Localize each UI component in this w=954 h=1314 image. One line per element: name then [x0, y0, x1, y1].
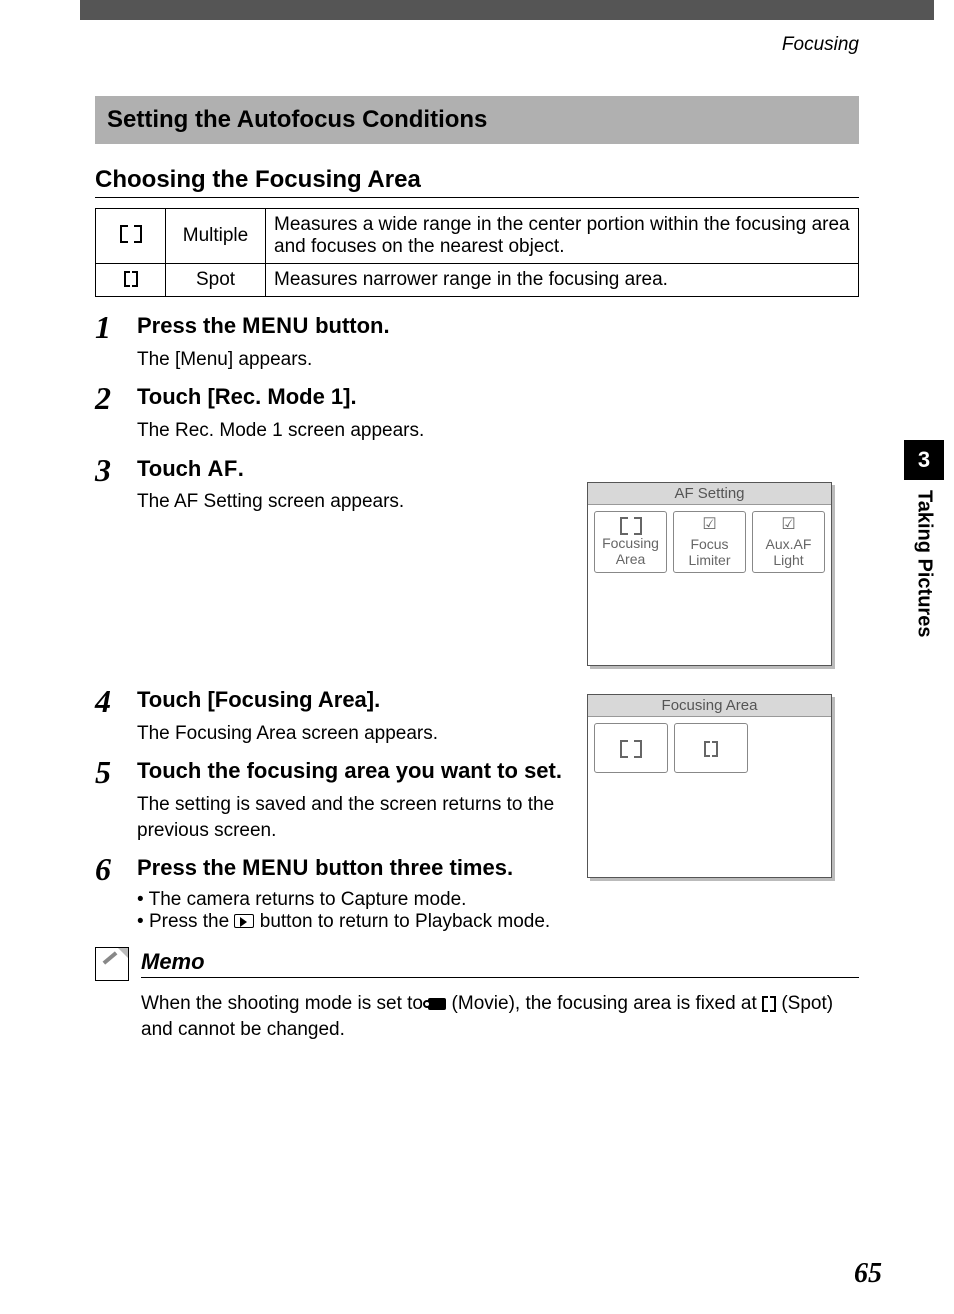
memo-text: When the shooting mode is set to (Movie)…: [95, 991, 859, 1042]
check-icon: [781, 516, 795, 534]
step-title: Press the MENU button.: [137, 311, 859, 341]
text: Press the: [137, 313, 242, 338]
text: (Movie), the focusing area is fixed at: [446, 993, 762, 1014]
af-setting-screen: AF Setting Focusing Area Focus Limiter A…: [587, 482, 832, 666]
text: Touch: [137, 456, 207, 481]
mode-desc: Measures narrower range in the focusing …: [266, 264, 859, 297]
step-title: Touch [Rec. Mode 1].: [137, 382, 859, 412]
step-2: 2 Touch [Rec. Mode 1]. The Rec. Mode 1 s…: [95, 382, 859, 443]
btn-label: Focus: [690, 536, 728, 552]
table-row: Multiple Measures a wide range in the ce…: [96, 209, 859, 264]
bullet: Press the button to return to Playback m…: [137, 911, 859, 933]
screen-btn-multiple[interactable]: [594, 723, 668, 773]
table-row: Spot Measures narrower range in the focu…: [96, 264, 859, 297]
mode-icon-multiple: [96, 209, 166, 264]
step-1: 1 Press the MENU button. The [Menu] appe…: [95, 311, 859, 372]
sub-heading: Choosing the Focusing Area: [95, 166, 859, 198]
step-number: 3: [95, 454, 137, 515]
bracket-icon: [620, 740, 642, 756]
memo-header: Memo: [95, 947, 859, 981]
step-desc: The setting is saved and the screen retu…: [137, 792, 627, 843]
chapter-label: Taking Pictures: [913, 490, 936, 637]
chapter-number: 3: [904, 440, 944, 480]
step-number: 6: [95, 853, 137, 933]
mode-name: Multiple: [166, 209, 266, 264]
check-icon: [702, 516, 716, 534]
mode-name: Spot: [166, 264, 266, 297]
text: Press the: [137, 855, 242, 880]
menu-word: MENU: [242, 855, 309, 880]
modes-table: Multiple Measures a wide range in the ce…: [95, 208, 859, 297]
spot-icon: [124, 271, 138, 285]
side-tab: 3 Taking Pictures: [904, 440, 944, 637]
text: .: [238, 456, 244, 481]
mode-desc: Measures a wide range in the center port…: [266, 209, 859, 264]
step-number: 2: [95, 382, 137, 443]
mode-icon-spot: [96, 264, 166, 297]
text: button three times.: [309, 855, 513, 880]
btn-label: Area: [616, 551, 646, 567]
text: When the shooting mode is set to: [141, 993, 428, 1014]
step-desc: The [Menu] appears.: [137, 347, 859, 373]
bullet: The camera returns to Capture mode.: [137, 889, 859, 911]
step-number: 4: [95, 685, 137, 746]
screen-title: Focusing Area: [588, 695, 831, 717]
top-bar: [80, 0, 934, 20]
btn-label: Aux.AF: [766, 536, 812, 552]
step-desc: The Rec. Mode 1 screen appears.: [137, 418, 859, 444]
step-number: 5: [95, 756, 137, 843]
spot-icon: [704, 741, 718, 755]
bracket-icon: [620, 517, 642, 533]
screen-title: AF Setting: [588, 483, 831, 505]
memo-icon: [95, 947, 129, 981]
btn-label: Limiter: [688, 552, 730, 568]
memo-label: Memo: [141, 949, 859, 978]
header-context: Focusing: [0, 20, 954, 56]
screen-btn-spot[interactable]: [674, 723, 748, 773]
focusing-area-screen: Focusing Area: [587, 694, 832, 878]
screen-btn-focusing-area[interactable]: Focusing Area: [594, 511, 667, 573]
spot-icon: [762, 996, 776, 1010]
screen-btn-focus-limiter[interactable]: Focus Limiter: [673, 511, 746, 573]
playback-icon: [234, 914, 254, 928]
btn-label: Light: [773, 552, 803, 568]
step-number: 1: [95, 311, 137, 372]
step-bullets: The camera returns to Capture mode. Pres…: [137, 889, 859, 933]
section-banner: Setting the Autofocus Conditions: [95, 96, 859, 144]
screen-btn-aux-af-light[interactable]: Aux.AF Light: [752, 511, 825, 573]
step-title: Touch the focusing area you want to set.: [137, 756, 617, 786]
text: button.: [309, 313, 390, 338]
bracket-icon: [120, 225, 142, 241]
movie-icon: [428, 998, 446, 1010]
btn-label: Focusing: [602, 535, 659, 551]
step-title: Touch AF.: [137, 454, 859, 484]
menu-word: MENU: [242, 313, 309, 338]
page-number: 65: [854, 1258, 882, 1290]
af-word: AF: [207, 456, 237, 481]
